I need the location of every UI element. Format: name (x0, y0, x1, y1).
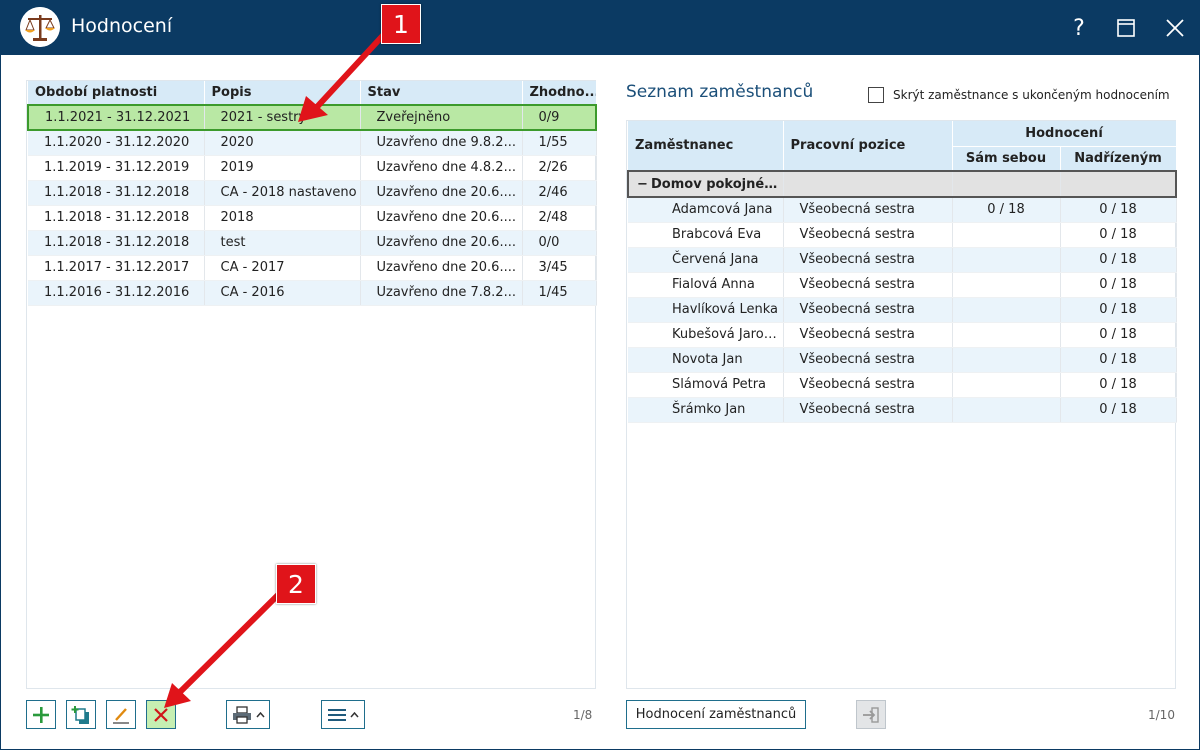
annotation-callout-2: 2 (276, 564, 316, 604)
annotation-callout-1: 1 (381, 4, 421, 44)
annotation-arrows (164, 27, 391, 708)
